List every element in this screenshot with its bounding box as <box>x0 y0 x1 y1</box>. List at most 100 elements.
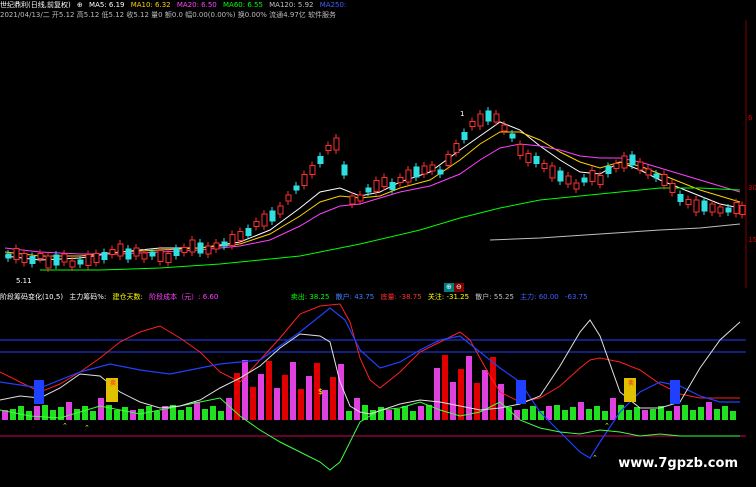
chart-header: 世纪鼎利(日线,前复权) ⊕ MA5: 6.19 MA10: 6.32 MA20… <box>0 0 756 10</box>
price-label-low: 15 <box>748 236 756 244</box>
candle-body <box>325 145 332 151</box>
candle-body <box>413 166 420 178</box>
indicator-bar <box>586 409 592 420</box>
candle-body <box>445 154 452 166</box>
indicator-main-chip: 主力筹码%: <box>69 293 107 301</box>
high-price-marker: 1 <box>460 110 464 118</box>
indicator-bar <box>50 410 56 420</box>
indicator-bar <box>218 411 224 420</box>
candle-body <box>197 242 204 254</box>
candle-body <box>693 199 700 213</box>
indicator-bar <box>330 377 336 420</box>
buy-marker-2: ⌃ <box>84 424 90 432</box>
zoom-in-button[interactable]: ⊕ <box>77 1 83 9</box>
candle-body <box>229 234 236 246</box>
price-label-mid: 30 <box>748 184 756 192</box>
candle-body <box>165 253 172 263</box>
indicator-bar <box>522 409 528 420</box>
indicator-bar <box>442 355 448 420</box>
indicator-bar <box>10 409 16 420</box>
indicator-sell-value: 卖出: 38.25 <box>290 293 330 301</box>
candle-body <box>589 170 596 182</box>
candle-body <box>245 228 252 236</box>
candle-body <box>125 248 132 260</box>
candle-body <box>157 250 164 262</box>
candle-body <box>5 253 12 259</box>
candle-body <box>13 248 20 260</box>
indicator-extra-value: -63.75 <box>565 293 588 301</box>
dollar-marker: $ <box>318 387 323 396</box>
indicator-retail-value: 散户: 43.75 <box>335 293 375 301</box>
price-chart[interactable]: 6 30 15 5.11 1 <box>0 20 756 288</box>
ma10-value: MA10: 6.32 <box>130 1 171 9</box>
candle-body <box>77 259 84 265</box>
indicator-bar <box>474 383 480 420</box>
indicator-bar <box>18 406 24 420</box>
candle-body <box>389 182 396 190</box>
candle-body <box>253 221 260 227</box>
candle-body <box>549 165 556 179</box>
candle-body <box>53 254 60 266</box>
candle-body <box>517 144 524 156</box>
candle-body <box>293 185 300 191</box>
indicator-bar <box>138 409 144 420</box>
candle-body <box>357 194 364 202</box>
indicator-focus-value: 关注: -31.25 <box>427 293 470 301</box>
indicator-bar <box>674 406 680 420</box>
indicator-retail2-value: 散户: 55.25 <box>475 293 514 301</box>
candle-body <box>61 253 68 263</box>
indicator-bar <box>298 389 304 420</box>
candle-body <box>709 203 716 213</box>
indicator-bar <box>186 407 192 420</box>
stock-title[interactable]: 世纪鼎利(日线,前复权) <box>0 1 71 9</box>
candle-body <box>533 156 540 164</box>
candle-body <box>261 213 268 227</box>
quote-line: 2021/04/13/二 开5.12 高5.12 低5.12 收5.12 量0 … <box>0 10 756 20</box>
indicator-bar <box>410 411 416 420</box>
candle-body <box>45 255 52 269</box>
candle-body <box>653 173 660 179</box>
indicator-bar <box>34 406 40 420</box>
indicator-bar <box>130 410 136 420</box>
candle-body <box>739 205 746 215</box>
candle-body <box>525 153 532 163</box>
candle-body <box>149 251 156 257</box>
indicator-bar <box>434 368 440 420</box>
candle-body <box>541 163 548 169</box>
candle-body <box>269 210 276 222</box>
indicator-bar <box>418 406 424 420</box>
candle-body <box>405 169 412 183</box>
candle-body <box>605 166 612 174</box>
indicator-bar <box>402 406 408 420</box>
indicator-bar <box>594 406 600 420</box>
indicator-name[interactable]: 阶段筹码变化(10,5) <box>0 293 63 301</box>
indicator-bar <box>274 388 280 420</box>
indicator-build-days: 建仓天数: <box>112 293 143 301</box>
indicator-bar <box>114 410 120 420</box>
indicator-bar <box>98 398 104 420</box>
indicator-bar <box>290 362 296 420</box>
candle-body <box>477 113 484 127</box>
price-label-top: 6 <box>748 114 753 122</box>
indicator-bar <box>506 407 512 420</box>
zoom-out-button[interactable]: ⊖ <box>454 283 464 292</box>
candle-body <box>277 205 284 215</box>
zoom-in-button-2[interactable]: ⊕ <box>444 283 454 292</box>
candle-body <box>397 177 404 183</box>
buy-marker-3: ⌃ <box>592 454 598 462</box>
indicator-bar <box>426 405 432 420</box>
indicator-bar <box>202 409 208 420</box>
candle-body <box>101 252 108 260</box>
sell-tag-2: 卖 <box>628 380 634 387</box>
indicator-bar <box>714 409 720 420</box>
candle-body <box>485 110 492 122</box>
candle-body <box>349 195 356 205</box>
indicator-bar <box>282 375 288 420</box>
candle-body <box>461 132 468 140</box>
candle-body <box>661 174 668 186</box>
candle-body <box>189 239 196 253</box>
indicator-bar <box>74 409 80 420</box>
candle-body <box>181 247 188 253</box>
blue-block-1 <box>34 380 44 404</box>
indicator-bar <box>530 406 536 420</box>
